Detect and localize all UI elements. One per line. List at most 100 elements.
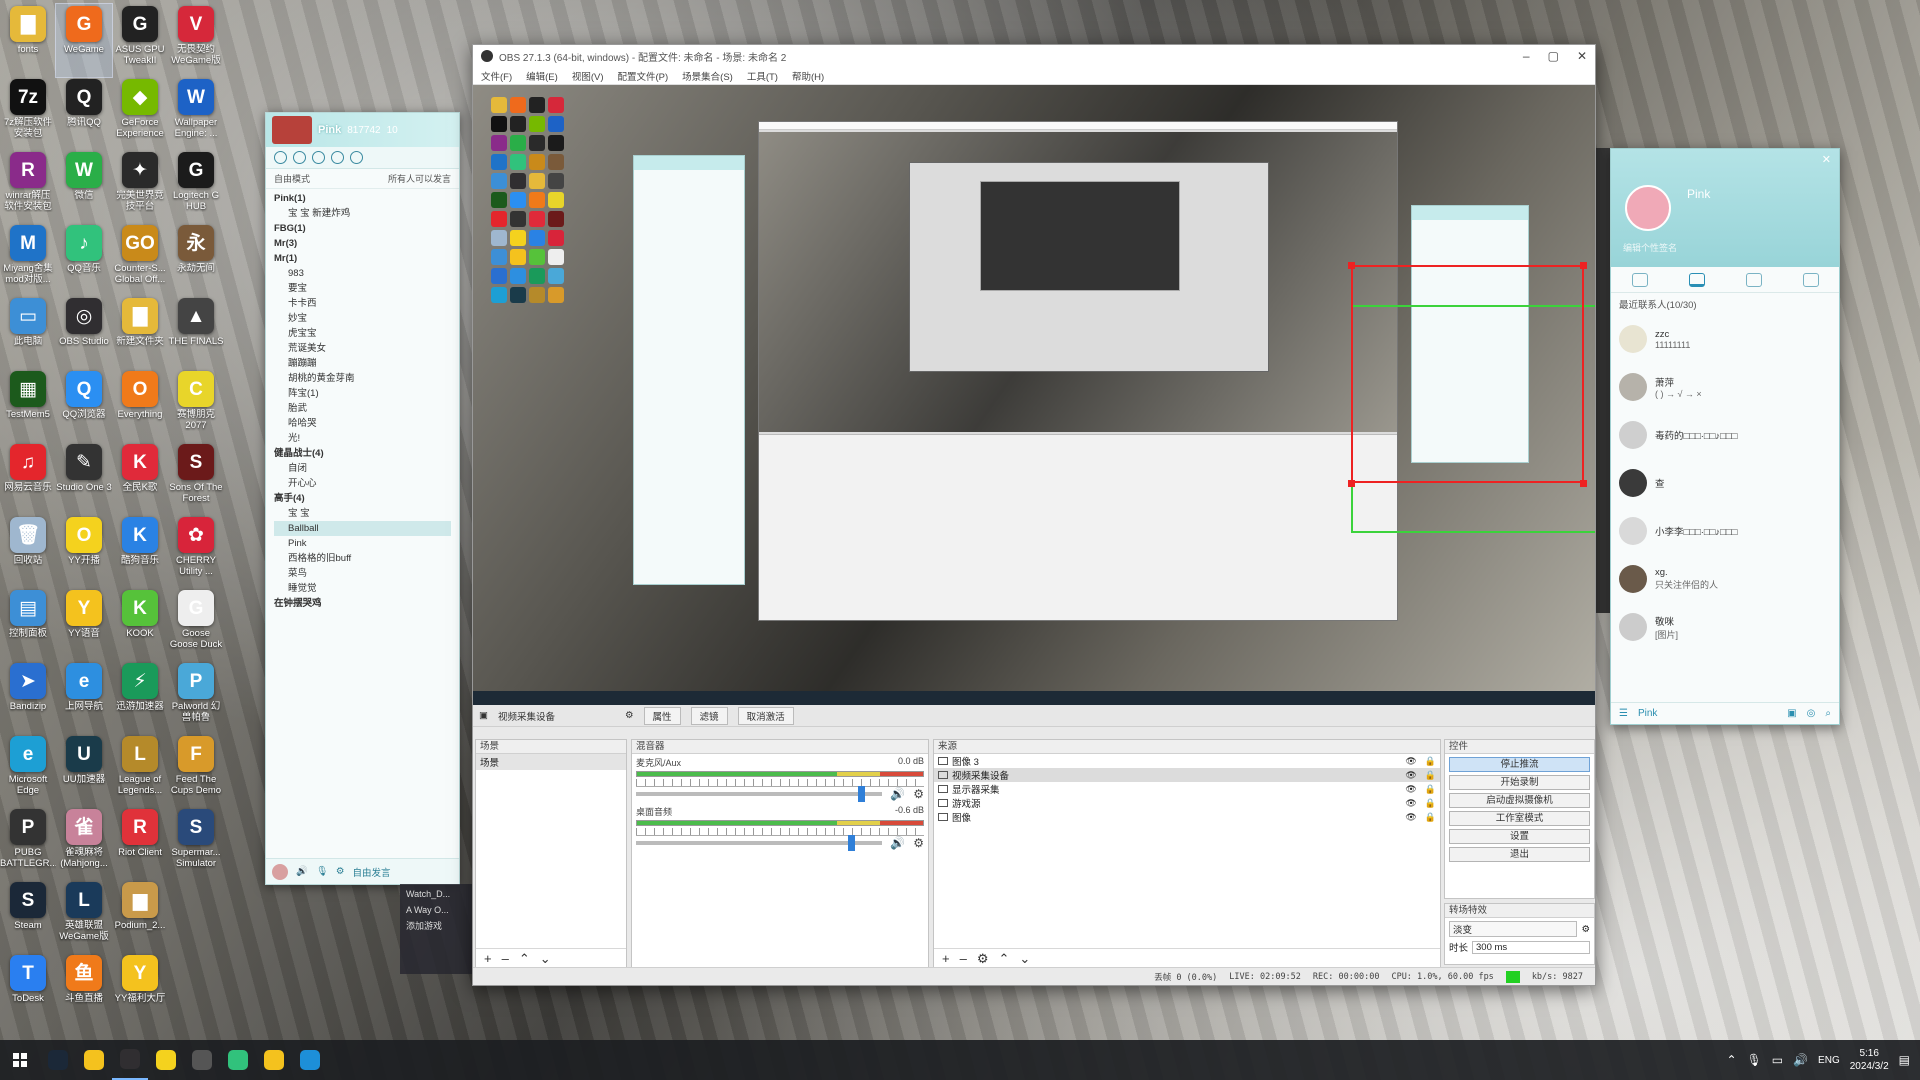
equalizer-icon[interactable]: ⚙ [336, 866, 345, 877]
game-list-item[interactable]: A Way O... [406, 902, 466, 918]
desktop-icon[interactable]: U UU加速器 [56, 734, 112, 807]
video-icon[interactable]: ▣ [1787, 708, 1796, 719]
desktop-icon[interactable]: GO Counter-S... Global Off... [112, 223, 168, 296]
add-icon[interactable]: + [484, 951, 492, 966]
mic-icon[interactable]: 🎙 [1747, 1053, 1762, 1067]
desktop-icon[interactable]: ▦ TestMem5 [0, 369, 56, 442]
list-item[interactable]: 宝 宝 [274, 506, 451, 521]
list-item[interactable]: 蹦蹦蹦 [274, 356, 451, 371]
desktop-icon[interactable]: K KOOK [112, 588, 168, 661]
source-item[interactable]: 视频采集设备 👁 🔒 [934, 768, 1440, 782]
search-icon[interactable] [350, 151, 363, 164]
refresh-icon[interactable] [293, 151, 306, 164]
desktop-icon[interactable]: ♫ 网易云音乐 [0, 442, 56, 515]
menu-item[interactable]: 视图(V) [572, 69, 604, 83]
list-item[interactable]: 阵宝(1) [274, 386, 451, 401]
contact-row[interactable]: 查 [1611, 459, 1839, 507]
desktop-icon[interactable]: ➤ Bandizip [0, 661, 56, 734]
desktop-icon[interactable]: G WeGame [55, 3, 113, 78]
list-item[interactable]: Ballball [274, 521, 451, 536]
list-item[interactable]: 胎武 [274, 401, 451, 416]
user-icon[interactable] [274, 151, 287, 164]
close-icon[interactable]: ✕ [1577, 49, 1587, 63]
volume-slider[interactable] [636, 835, 883, 851]
desktop-icon[interactable]: ◎ OBS Studio [56, 296, 112, 369]
contact-row[interactable]: 萧萍( ) → √ → × [1611, 363, 1839, 411]
group-header[interactable]: FBG(1) [274, 221, 451, 236]
taskbar-app[interactable] [40, 1040, 76, 1080]
desktop-icon[interactable]: Y YY语音 [56, 588, 112, 661]
lock-icon[interactable]: 🔒 [1425, 784, 1436, 795]
desktop-icon[interactable]: Rwinrar解压 软件安装包 [0, 150, 56, 223]
desktop-icon[interactable]: G Goose Goose Duck [168, 588, 224, 661]
group-header[interactable]: Pink(1) [274, 191, 451, 206]
control-button[interactable]: 启动虚拟摄像机 [1449, 793, 1590, 808]
list-item[interactable]: 自闭 [274, 461, 451, 476]
taskbar-app[interactable] [148, 1040, 184, 1080]
menu-item[interactable]: 文件(F) [481, 69, 512, 83]
notification-icon[interactable]: ▤ [1899, 1053, 1910, 1067]
speaker-icon[interactable]: 🔊 [890, 787, 905, 801]
resize-handle[interactable] [1580, 262, 1587, 269]
desktop-icon[interactable]: ✦ 完美世界竞 技平台 [112, 150, 168, 223]
desktop-icon[interactable]: G Logitech G HUB [168, 150, 224, 223]
gear-icon[interactable]: ⚙ [913, 787, 924, 801]
taskbar-app[interactable] [292, 1040, 328, 1080]
desktop-icon[interactable]: ▭ 此电脑 [0, 296, 56, 369]
tab-groups[interactable] [1745, 272, 1762, 287]
qq-group-window[interactable]: Pink 817742 10 自由模式 所有人可以发言 Pink(1) 宝 宝 新… [265, 112, 460, 885]
chevron-up-icon[interactable]: ⌃ [1726, 1053, 1736, 1067]
close-icon[interactable]: ✕ [1822, 153, 1831, 166]
speaker-icon[interactable]: 🔊 [890, 836, 905, 850]
menu-item[interactable]: 帮助(H) [792, 69, 824, 83]
group-header[interactable]: Mr(1) [274, 251, 451, 266]
list-item[interactable]: 西格格的旧buff [274, 551, 451, 566]
desktop-icon[interactable]: 7z 7z解压软件 安装包 [0, 77, 56, 150]
contact-row[interactable]: 小李李□□□·□□♪□□□ [1611, 507, 1839, 555]
desktop-icon[interactable]: Q 腾讯QQ [56, 77, 112, 150]
desktop-icon[interactable]: e Microsoft Edge [0, 734, 56, 807]
resize-handle[interactable] [1348, 480, 1355, 487]
game-list-item[interactable]: 添加游戏 [406, 918, 466, 934]
clock[interactable]: 5:16 2024/3/2 [1850, 1047, 1889, 1073]
source-item[interactable]: 游戏源 👁 🔒 [934, 796, 1440, 810]
desktop-icon[interactable]: S Supermar... Simulator [168, 807, 224, 880]
list-item[interactable]: 菜鸟 [274, 566, 451, 581]
desktop-icon[interactable]: L 英雄联盟 WeGame版 [56, 880, 112, 953]
desktop-icon[interactable]: P PUBG BATTLEGR... [0, 807, 56, 880]
transition-select[interactable]: 淡变 [1449, 921, 1578, 937]
tab-contacts[interactable] [1688, 272, 1705, 287]
contact-row[interactable]: 毒药的□□□·□□♪□□□ [1611, 411, 1839, 459]
qq-main-window[interactable]: Pink 编辑个性签名 ✕ 最近联系人(10/30) zzc 11111111 萧萍… [1610, 148, 1840, 725]
taskbar-app[interactable] [112, 1040, 148, 1080]
settings-icon[interactable]: ◎ [1807, 708, 1816, 719]
desktop-icon[interactable]: S Steam [0, 880, 56, 953]
qq-signature[interactable]: 编辑个性签名 [1623, 241, 1677, 254]
desktop-icon[interactable]: e 上网导航 [56, 661, 112, 734]
desktop-icon[interactable]: ▤ 控制面板 [0, 588, 56, 661]
game-list-item[interactable]: Watch_D... [406, 886, 466, 902]
remove-icon[interactable]: – [502, 951, 509, 966]
eye-icon[interactable]: 👁 [1405, 784, 1416, 795]
desktop-icon[interactable]: L League of Legends... [112, 734, 168, 807]
desktop-icon[interactable]: 雀雀魂麻将 (Mahjong... [56, 807, 112, 880]
volume-icon[interactable]: 🔊 [1793, 1053, 1808, 1067]
filters-button[interactable]: 滤镜 [690, 706, 728, 725]
source-item[interactable]: 图像 👁 🔒 [934, 810, 1440, 824]
list-item[interactable]: 983 [274, 266, 451, 281]
free-speak-button[interactable]: 自由发言 [352, 865, 390, 879]
desktop-icon[interactable]: W 微信 [56, 150, 112, 223]
volume-slider[interactable] [636, 786, 883, 802]
list-item[interactable]: 卡卡西 [274, 296, 451, 311]
list-item[interactable]: Pink [274, 536, 451, 551]
network-icon[interactable]: ▭ [1772, 1053, 1783, 1067]
selection-box-red[interactable] [1351, 265, 1584, 483]
deactivate-button[interactable]: 取消激活 [737, 706, 794, 725]
add-icon[interactable]: + [942, 951, 950, 966]
scene-item[interactable]: 场景 [476, 754, 626, 770]
move-up-icon[interactable]: ⌃ [998, 951, 1009, 967]
eye-icon[interactable]: 👁 [1405, 770, 1416, 781]
taskbar-app[interactable] [256, 1040, 292, 1080]
tab-apps[interactable] [1802, 272, 1819, 287]
source-item[interactable]: 图像 3 👁 🔒 [934, 754, 1440, 768]
